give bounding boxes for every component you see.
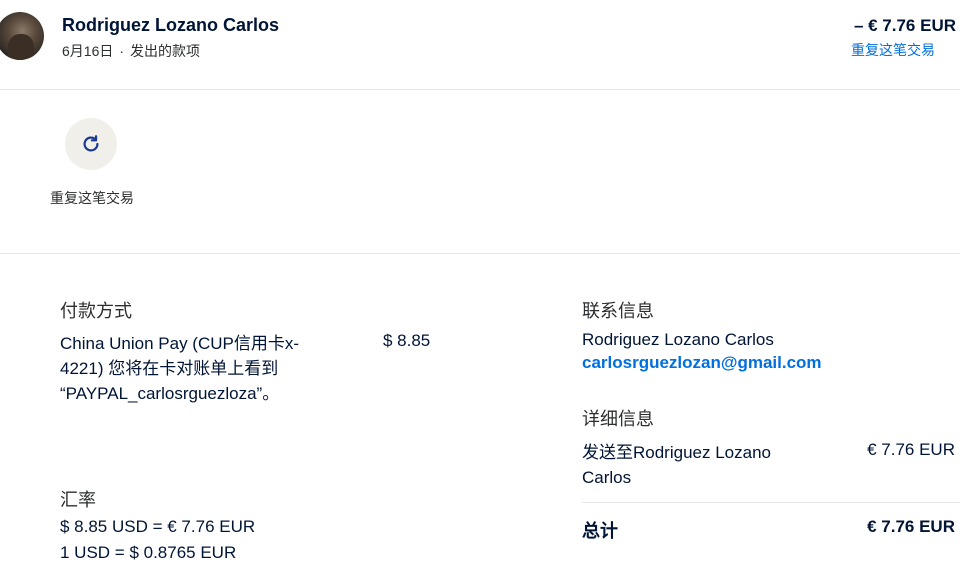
- payment-amount: $ 8.85: [383, 331, 431, 350]
- contact-name: Rodriguez Lozano Carlos: [582, 330, 774, 349]
- exchange-rate-line-1: $ 8.85 USD = € 7.76 EUR: [60, 517, 256, 536]
- sent-amount: € 7.76 EUR: [867, 440, 955, 459]
- transaction-subline: 6月16日 · 发出的款项: [62, 41, 200, 61]
- repeat-transaction-link[interactable]: 重复这笔交易: [851, 40, 935, 60]
- contact-email-link[interactable]: carlosrguezlozan@gmail.com: [582, 353, 822, 373]
- total-amount: € 7.76 EUR: [867, 517, 955, 536]
- exchange-rate-line-2: 1 USD = $ 0.8765 EUR: [60, 543, 237, 562]
- divider: [582, 502, 960, 503]
- total-label: 总计: [582, 521, 618, 541]
- transaction-date: 6月16日: [62, 43, 114, 59]
- transaction-type: 发出的款项: [130, 43, 201, 59]
- separator: ·: [119, 43, 125, 59]
- contact-info-title: 联系信息: [582, 301, 654, 321]
- exchange-rate-title: 汇率: [60, 490, 96, 510]
- repeat-transaction-button[interactable]: [65, 118, 117, 170]
- actions-section: 重复这笔交易: [0, 90, 960, 254]
- transaction-amount: – € 7.76 EUR: [853, 16, 956, 35]
- payment-method-text: China Union Pay (CUP信用卡x-4221) 您将在卡对账单上看…: [60, 334, 300, 403]
- transaction-header: Rodriguez Lozano Carlos 6月16日 · 发出的款项 – € …: [0, 0, 960, 90]
- sent-to-text: 发送至Rodriguez Lozano Carlos: [582, 443, 771, 487]
- payment-method-title: 付款方式: [60, 301, 132, 321]
- details-title: 详细信息: [582, 409, 654, 429]
- refresh-icon: [80, 133, 102, 155]
- recipient-name: Rodriguez Lozano Carlos: [62, 15, 280, 35]
- repeat-transaction-label: 重复这笔交易: [50, 190, 134, 206]
- avatar: [0, 12, 44, 60]
